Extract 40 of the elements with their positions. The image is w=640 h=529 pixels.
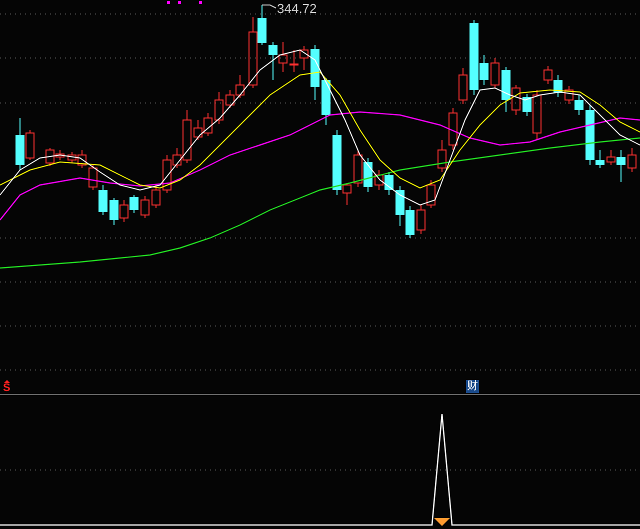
candlestick: [490, 58, 500, 88]
candlestick: [426, 180, 436, 208]
candlestick: [152, 184, 160, 208]
candlestick: [364, 158, 372, 192]
candlestick: [374, 170, 384, 190]
candlestick: [384, 172, 394, 196]
candlestick: [406, 206, 414, 238]
candlestick: [544, 66, 552, 84]
candlestick: [98, 184, 108, 216]
candlestick: [458, 68, 468, 104]
candlestick: [354, 150, 362, 188]
candlestick: [300, 46, 308, 70]
candlestick: [310, 44, 320, 100]
candlestick: [88, 164, 98, 190]
candlestick: [204, 112, 212, 136]
candlestick: [396, 186, 404, 226]
candlestick: [564, 86, 574, 104]
candlestick: [214, 92, 224, 124]
candlestick: [194, 120, 202, 140]
candlestick: [290, 50, 298, 72]
candlestick: [120, 200, 128, 222]
leader-line: [262, 4, 276, 8]
candlestick: [130, 194, 138, 214]
candlestick: [110, 198, 118, 226]
candlestick: [554, 74, 562, 98]
high-price-label: 344.72: [277, 1, 317, 16]
candlestick: [416, 204, 426, 234]
candlestick: [268, 42, 278, 80]
candlestick: [448, 108, 458, 150]
candlestick: [236, 74, 244, 98]
signal-badge: 财: [466, 380, 479, 393]
candlestick: [628, 148, 636, 172]
candlestick: [278, 42, 288, 72]
candlestick: [140, 196, 150, 218]
candlestick: [226, 90, 234, 108]
candlestick: [574, 94, 584, 116]
candlestick: [322, 78, 330, 126]
up-triangle-icon: [4, 380, 10, 383]
signal-label: S: [3, 383, 10, 394]
candlestick: [438, 140, 446, 172]
